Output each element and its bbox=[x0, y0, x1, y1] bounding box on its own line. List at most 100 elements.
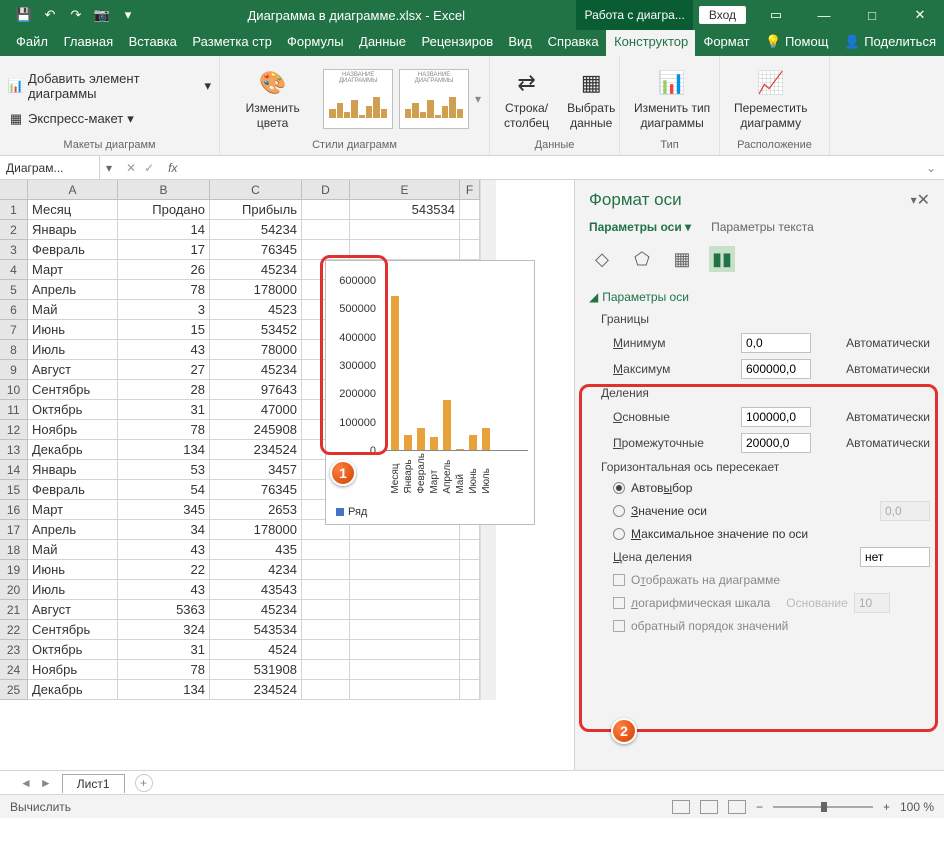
tab-formulas[interactable]: Формулы bbox=[279, 30, 351, 56]
cell[interactable]: 45234 bbox=[210, 600, 302, 620]
tab-format[interactable]: Формат bbox=[695, 30, 757, 56]
cell[interactable]: 543534 bbox=[350, 200, 460, 220]
column-header[interactable]: D bbox=[302, 180, 350, 200]
cell[interactable]: 531908 bbox=[210, 660, 302, 680]
tab-file[interactable]: Файл bbox=[8, 30, 56, 56]
cell[interactable] bbox=[302, 580, 350, 600]
row-header[interactable]: 14 bbox=[0, 460, 28, 480]
cell[interactable]: 45234 bbox=[210, 360, 302, 380]
row-header[interactable]: 19 bbox=[0, 560, 28, 580]
row-header[interactable]: 23 bbox=[0, 640, 28, 660]
cell[interactable]: Март bbox=[28, 260, 118, 280]
tab-data[interactable]: Данные bbox=[351, 30, 413, 56]
cell[interactable] bbox=[302, 640, 350, 660]
cell[interactable]: 43 bbox=[118, 340, 210, 360]
cell[interactable]: 245908 bbox=[210, 420, 302, 440]
cell[interactable]: Июнь bbox=[28, 320, 118, 340]
cell[interactable] bbox=[460, 560, 480, 580]
row-header[interactable]: 21 bbox=[0, 600, 28, 620]
row-header[interactable]: 15 bbox=[0, 480, 28, 500]
move-chart-button[interactable]: 📈Переместить диаграмму bbox=[728, 65, 814, 132]
cell[interactable]: 2653 bbox=[210, 500, 302, 520]
zoom-out-icon[interactable]: − bbox=[756, 800, 763, 814]
cell[interactable]: 4524 bbox=[210, 640, 302, 660]
row-header[interactable]: 16 bbox=[0, 500, 28, 520]
chart-style-1[interactable]: НАЗВАНИЕ ДИАГРАММЫ bbox=[323, 69, 393, 129]
sheet-tab-1[interactable]: Лист1 bbox=[62, 774, 125, 793]
add-sheet-icon[interactable]: + bbox=[135, 774, 153, 792]
cell[interactable] bbox=[350, 560, 460, 580]
quick-layout-button[interactable]: ▦Экспресс-макет ▾ bbox=[8, 109, 134, 129]
tell-me[interactable]: 💡 Помощ bbox=[757, 30, 836, 56]
cell[interactable]: 28 bbox=[118, 380, 210, 400]
bounds-max-auto[interactable]: Автоматически bbox=[846, 362, 930, 376]
ribbon-options-icon[interactable]: ▭ bbox=[752, 0, 800, 30]
cell[interactable]: Апрель bbox=[28, 280, 118, 300]
cell[interactable]: 27 bbox=[118, 360, 210, 380]
cell[interactable]: 178000 bbox=[210, 520, 302, 540]
cell[interactable] bbox=[302, 220, 350, 240]
cell[interactable]: 4523 bbox=[210, 300, 302, 320]
save-icon[interactable]: 💾 bbox=[16, 7, 32, 23]
cell[interactable]: 15 bbox=[118, 320, 210, 340]
cell[interactable]: 3457 bbox=[210, 460, 302, 480]
cell[interactable] bbox=[460, 620, 480, 640]
scrollbar-vertical[interactable] bbox=[480, 640, 496, 660]
cell[interactable]: Ноябрь bbox=[28, 420, 118, 440]
cell[interactable]: Август bbox=[28, 600, 118, 620]
sheet-next-icon[interactable]: ► bbox=[40, 776, 52, 790]
cell[interactable]: 14 bbox=[118, 220, 210, 240]
minimize-icon[interactable]: — bbox=[800, 0, 848, 30]
row-header[interactable]: 20 bbox=[0, 580, 28, 600]
cell[interactable]: 76345 bbox=[210, 240, 302, 260]
scrollbar-vertical[interactable] bbox=[480, 620, 496, 640]
select-data-button[interactable]: ▦Выбрать данные bbox=[561, 65, 621, 132]
row-header[interactable]: 2 bbox=[0, 220, 28, 240]
cell[interactable]: 47000 bbox=[210, 400, 302, 420]
share-button[interactable]: 👤 Поделиться bbox=[836, 30, 944, 56]
tab-design[interactable]: Конструктор bbox=[606, 30, 695, 56]
cell[interactable] bbox=[302, 600, 350, 620]
cell[interactable]: 4234 bbox=[210, 560, 302, 580]
qat-dropdown-icon[interactable]: ▾ bbox=[120, 7, 136, 23]
cell[interactable] bbox=[302, 620, 350, 640]
column-header[interactable]: C bbox=[210, 180, 302, 200]
cell[interactable] bbox=[350, 580, 460, 600]
cell[interactable]: 76345 bbox=[210, 480, 302, 500]
cell[interactable] bbox=[350, 640, 460, 660]
zoom-slider[interactable] bbox=[773, 806, 873, 808]
cell[interactable]: 53452 bbox=[210, 320, 302, 340]
cell[interactable]: 54 bbox=[118, 480, 210, 500]
cell[interactable] bbox=[302, 660, 350, 680]
cell[interactable]: 134 bbox=[118, 440, 210, 460]
column-header[interactable]: B bbox=[118, 180, 210, 200]
size-properties-icon[interactable]: ▦ bbox=[669, 246, 695, 272]
cell[interactable]: Сентябрь bbox=[28, 620, 118, 640]
login-button[interactable]: Вход bbox=[699, 6, 746, 24]
effects-icon[interactable]: ⬠ bbox=[629, 246, 655, 272]
cell[interactable] bbox=[302, 560, 350, 580]
row-header[interactable]: 6 bbox=[0, 300, 28, 320]
tab-home[interactable]: Главная bbox=[56, 30, 121, 56]
row-header[interactable]: 5 bbox=[0, 280, 28, 300]
cell[interactable]: 78 bbox=[118, 280, 210, 300]
name-box[interactable]: Диаграм... bbox=[0, 156, 100, 179]
cell[interactable]: 234524 bbox=[210, 440, 302, 460]
cell[interactable]: Прибыль bbox=[210, 200, 302, 220]
row-header[interactable]: 13 bbox=[0, 440, 28, 460]
cell[interactable]: 22 bbox=[118, 560, 210, 580]
bounds-min-auto[interactable]: Автоматически bbox=[846, 336, 930, 350]
styles-more-icon[interactable]: ▾ bbox=[475, 92, 481, 106]
column-header[interactable]: A bbox=[28, 180, 118, 200]
view-page-icon[interactable] bbox=[700, 800, 718, 814]
cell[interactable]: Декабрь bbox=[28, 440, 118, 460]
scrollbar-vertical[interactable] bbox=[480, 200, 496, 220]
bounds-min-input[interactable] bbox=[741, 333, 811, 353]
cell[interactable] bbox=[460, 680, 480, 700]
worksheet[interactable]: ABCDEF1МесяцПроданоПрибыль5435342Январь1… bbox=[0, 180, 574, 770]
cell[interactable]: Январь bbox=[28, 460, 118, 480]
chart-bar[interactable] bbox=[443, 400, 451, 450]
cell[interactable] bbox=[460, 640, 480, 660]
cell[interactable]: Июнь bbox=[28, 560, 118, 580]
cell[interactable]: Март bbox=[28, 500, 118, 520]
